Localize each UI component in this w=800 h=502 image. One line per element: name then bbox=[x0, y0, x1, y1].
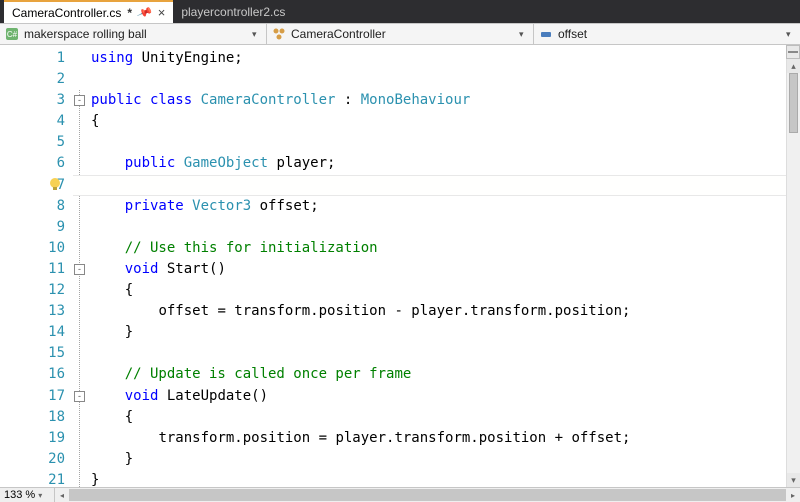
code-line[interactable]: // Update is called once per frame bbox=[91, 364, 800, 385]
nav-class-text: CameraController bbox=[291, 27, 519, 41]
code-line[interactable]: // Use this for initialization bbox=[91, 238, 800, 259]
code-line[interactable]: public GameObject player; bbox=[91, 153, 800, 174]
code-line[interactable]: } bbox=[91, 449, 800, 470]
chevron-down-icon: ▾ bbox=[519, 29, 529, 40]
code-line[interactable] bbox=[91, 175, 800, 196]
line-number: 15 bbox=[0, 343, 65, 364]
code-line[interactable] bbox=[91, 343, 800, 364]
chevron-down-icon: ▾ bbox=[252, 29, 262, 40]
code-line[interactable]: { bbox=[91, 111, 800, 132]
code-editor[interactable]: 123456789101112131415161718192021 --- us… bbox=[0, 45, 800, 487]
code-line[interactable]: { bbox=[91, 280, 800, 301]
nav-member-dropdown[interactable]: offset ▾ bbox=[534, 24, 800, 44]
nav-project-dropdown[interactable]: C# makerspace rolling ball ▾ bbox=[0, 24, 267, 44]
line-number: 20 bbox=[0, 449, 65, 470]
nav-project-text: makerspace rolling ball bbox=[24, 27, 252, 41]
code-line[interactable]: public class CameraController : MonoBeha… bbox=[91, 90, 800, 111]
scroll-thumb[interactable] bbox=[789, 73, 798, 133]
code-line[interactable] bbox=[91, 132, 800, 153]
line-number: 17 bbox=[0, 386, 65, 407]
tab-player-controller[interactable]: playercontroller2.cs bbox=[173, 0, 293, 23]
line-number: 1 bbox=[0, 48, 65, 69]
code-line[interactable]: } bbox=[91, 322, 800, 343]
editor-footer: 133 % ▾ ◂ ▸ bbox=[0, 487, 800, 502]
close-icon[interactable]: × bbox=[158, 5, 166, 20]
svg-text:C#: C# bbox=[7, 30, 18, 39]
navigation-bar: C# makerspace rolling ball ▾ CameraContr… bbox=[0, 23, 800, 45]
code-line[interactable]: using UnityEngine; bbox=[91, 48, 800, 69]
line-number: 14 bbox=[0, 322, 65, 343]
line-number: 11 bbox=[0, 259, 65, 280]
line-number: 18 bbox=[0, 407, 65, 428]
code-line[interactable]: void LateUpdate() bbox=[91, 386, 800, 407]
code-line[interactable]: offset = transform.position - player.tra… bbox=[91, 301, 800, 322]
tab-camera-controller[interactable]: CameraController.cs * 📌 × bbox=[4, 0, 173, 23]
line-number: 19 bbox=[0, 428, 65, 449]
tab-label: playercontroller2.cs bbox=[181, 5, 285, 19]
line-number-gutter: 123456789101112131415161718192021 bbox=[0, 45, 73, 487]
line-number: 5 bbox=[0, 132, 65, 153]
chevron-down-icon: ▾ bbox=[786, 29, 796, 40]
scroll-track[interactable] bbox=[787, 59, 800, 487]
tab-label: CameraController.cs bbox=[12, 6, 121, 20]
scroll-left-arrow[interactable]: ◂ bbox=[55, 488, 69, 502]
vertical-scrollbar[interactable]: ▴ ▾ bbox=[786, 45, 800, 487]
code-line[interactable]: { bbox=[91, 407, 800, 428]
code-line[interactable] bbox=[91, 217, 800, 238]
tab-bar: CameraController.cs * 📌 × playercontroll… bbox=[0, 0, 800, 23]
split-icon[interactable] bbox=[786, 45, 800, 59]
dirty-indicator: * bbox=[127, 6, 132, 20]
csharp-project-icon: C# bbox=[4, 26, 20, 42]
code-line[interactable]: } bbox=[91, 470, 800, 487]
line-number: 3 bbox=[0, 90, 65, 111]
code-line[interactable]: private Vector3 offset; bbox=[91, 196, 800, 217]
code-line[interactable]: void Start() bbox=[91, 259, 800, 280]
scroll-thumb[interactable] bbox=[69, 489, 786, 501]
line-number: 2 bbox=[0, 69, 65, 90]
code-line[interactable]: transform.position = player.transform.po… bbox=[91, 428, 800, 449]
scroll-right-arrow[interactable]: ▸ bbox=[786, 488, 800, 502]
pin-icon[interactable]: 📌 bbox=[136, 4, 153, 21]
field-icon bbox=[538, 26, 554, 42]
line-number: 13 bbox=[0, 301, 65, 322]
chevron-down-icon: ▾ bbox=[38, 491, 42, 500]
lightbulb-icon[interactable] bbox=[48, 177, 62, 191]
line-number: 8 bbox=[0, 196, 65, 217]
line-number: 10 bbox=[0, 238, 65, 259]
code-area[interactable]: using UnityEngine; public class CameraCon… bbox=[73, 45, 800, 487]
line-number: 16 bbox=[0, 364, 65, 385]
scroll-down-arrow[interactable]: ▾ bbox=[787, 473, 800, 487]
line-number: 9 bbox=[0, 217, 65, 238]
line-number: 4 bbox=[0, 111, 65, 132]
nav-member-text: offset bbox=[558, 27, 786, 41]
line-number: 6 bbox=[0, 153, 65, 174]
nav-class-dropdown[interactable]: CameraController ▾ bbox=[267, 24, 534, 44]
horizontal-scrollbar[interactable]: ◂ ▸ bbox=[55, 488, 800, 502]
line-number: 12 bbox=[0, 280, 65, 301]
code-line[interactable] bbox=[91, 69, 800, 90]
class-icon bbox=[271, 26, 287, 42]
